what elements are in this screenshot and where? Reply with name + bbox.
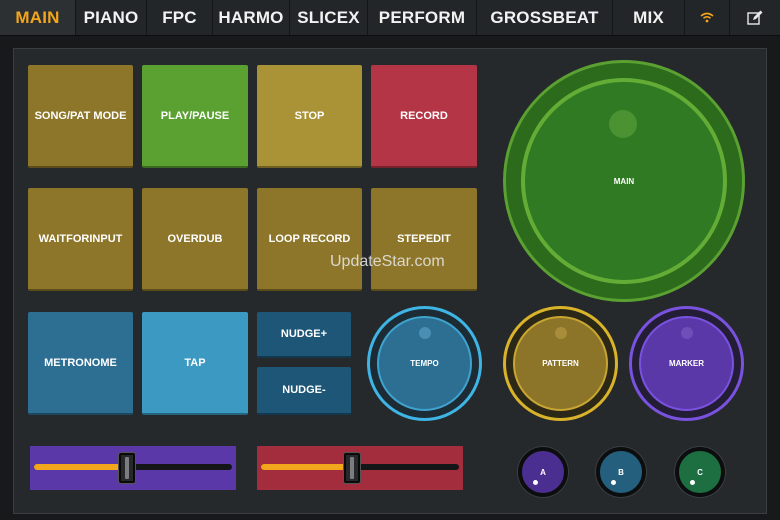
wifi-button[interactable] [685,0,730,35]
stop-pad[interactable]: STOP [257,65,362,168]
stepedit-pad[interactable]: STEPEDIT [371,188,477,291]
marker-knob-label: MARKER [668,359,705,368]
nudge-plus-pad[interactable]: NUDGE+ [257,312,351,358]
tempo-knob-label: TEMPO [410,359,439,368]
mini-knob-b-indicator [611,480,616,485]
left-fader[interactable] [30,446,236,490]
main-knob-inner: MAIN [521,78,727,284]
tab-bar: MAIN PIANO FPC HARMO SLICEX PERFORM GROS… [0,0,780,36]
tab-perform[interactable]: PERFORM [368,0,477,35]
tab-mix[interactable]: MIX [613,0,685,35]
marker-knob-inner: MARKER [639,316,734,411]
play-pause-pad[interactable]: PLAY/PAUSE [142,65,248,168]
edit-button[interactable] [730,0,780,35]
left-fader-fill [34,464,128,470]
marker-knob-indicator [681,327,693,339]
mini-knob-a-label: A [540,467,546,477]
loop-record-pad[interactable]: LOOP RECORD [257,188,362,291]
mini-knob-a-indicator [533,480,538,485]
pattern-knob-label: PATTERN [542,359,579,368]
mini-knob-b-label: B [618,467,624,477]
main-knob-label: MAIN [613,176,635,186]
mini-knob-c-label: C [697,467,703,477]
marker-knob[interactable]: MARKER [629,306,744,421]
tempo-knob-indicator [419,327,431,339]
pattern-knob-indicator [555,327,567,339]
app-root: MAIN PIANO FPC HARMO SLICEX PERFORM GROS… [0,0,780,520]
nudge-minus-pad[interactable]: NUDGE- [257,367,351,415]
mini-knob-c[interactable]: C [675,447,725,497]
tab-slicex[interactable]: SLICEX [290,0,368,35]
overdub-pad[interactable]: OVERDUB [142,188,248,291]
tab-harmo[interactable]: HARMO [213,0,290,35]
metronome-pad[interactable]: METRONOME [28,312,133,415]
main-knob[interactable]: MAIN [503,60,745,302]
mini-knob-a[interactable]: A [518,447,568,497]
waitforinput-pad[interactable]: WAITFORINPUT [28,188,133,291]
main-knob-indicator [609,110,637,138]
pattern-knob[interactable]: PATTERN [503,306,618,421]
song-pat-mode-pad[interactable]: SONG/PAT MODE [28,65,133,168]
tap-pad[interactable]: TAP [142,312,248,415]
tempo-knob-inner: TEMPO [377,316,472,411]
left-fader-thumb[interactable] [119,453,136,483]
watermark-text: UpdateStar.com [330,253,445,270]
wifi-icon [700,12,714,23]
record-pad[interactable]: RECORD [371,65,477,168]
tab-piano[interactable]: PIANO [76,0,147,35]
tab-main[interactable]: MAIN [0,0,76,35]
right-fader-thumb[interactable] [344,453,361,483]
mini-knob-b[interactable]: B [596,447,646,497]
tempo-knob[interactable]: TEMPO [367,306,482,421]
mini-knob-c-indicator [690,480,695,485]
tab-grossbeat[interactable]: GROSSBEAT [477,0,613,35]
tab-fpc[interactable]: FPC [147,0,213,35]
pattern-knob-inner: PATTERN [513,316,608,411]
right-fader[interactable] [257,446,463,490]
main-panel: SONG/PAT MODE PLAY/PAUSE STOP RECORD WAI… [13,48,767,514]
right-fader-fill [261,464,353,470]
edit-icon [747,10,763,25]
